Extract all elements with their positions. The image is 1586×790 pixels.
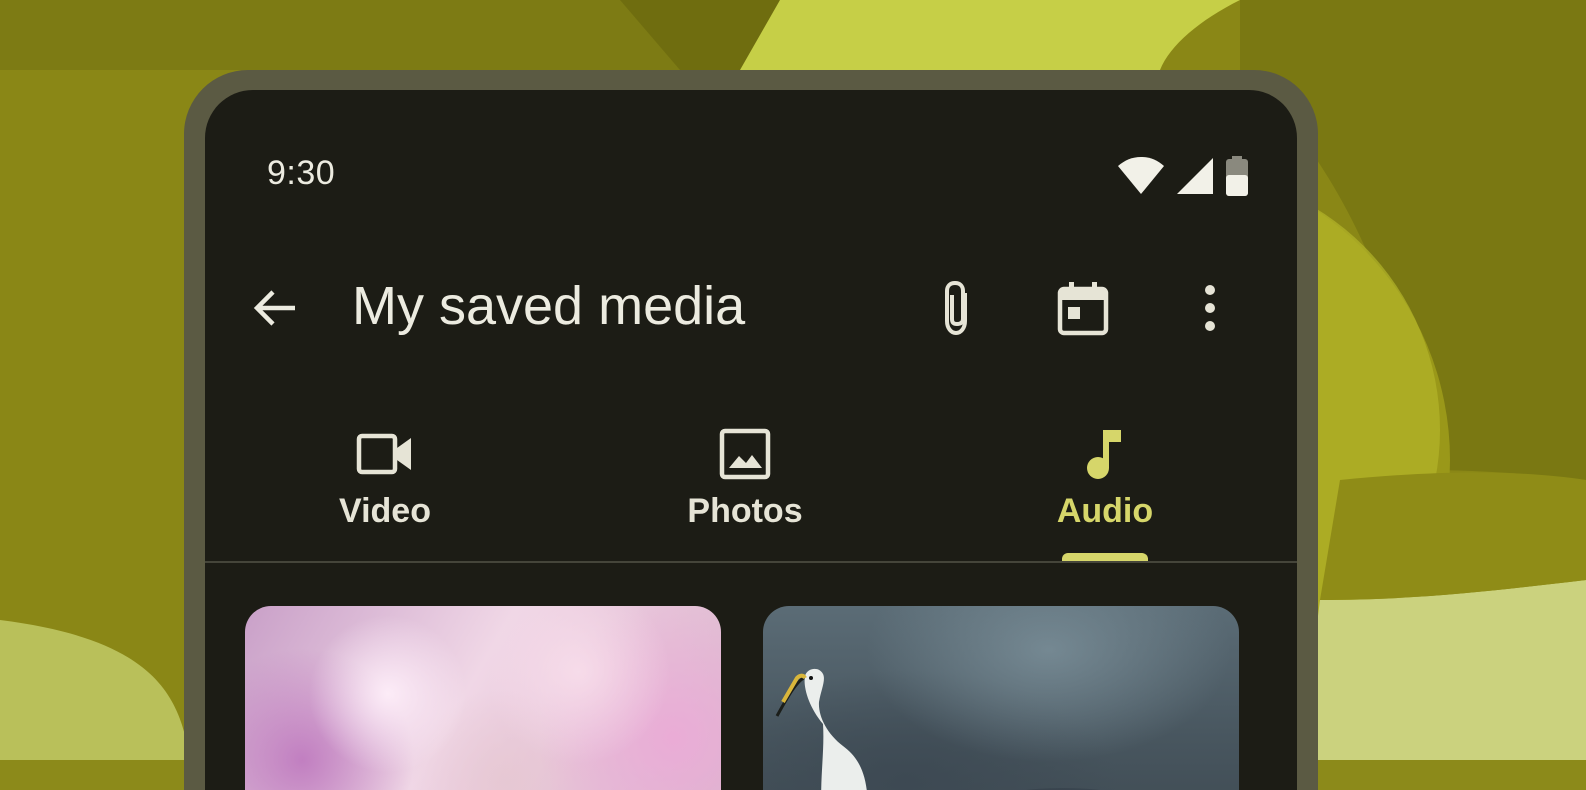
tabs-divider	[205, 561, 1297, 563]
tab-photos-label: Photos	[687, 492, 803, 530]
status-icons	[1117, 156, 1249, 201]
calendar-icon[interactable]	[1053, 278, 1113, 338]
signal-icon	[1175, 157, 1215, 200]
videocam-icon	[355, 424, 415, 484]
media-tabs: Video Photos Audio	[205, 420, 1297, 562]
tab-photos[interactable]: Photos	[620, 420, 870, 562]
music-note-icon	[1075, 424, 1135, 484]
image-icon	[715, 424, 775, 484]
status-time: 9:30	[267, 154, 336, 192]
battery-icon	[1225, 156, 1249, 201]
wifi-icon	[1117, 157, 1165, 200]
page-title: My saved media	[352, 276, 746, 336]
tab-video[interactable]: Video	[260, 420, 510, 562]
tab-audio-label: Audio	[1056, 492, 1154, 530]
app-screen: 9:30 My saved media Video Photos Audio	[205, 90, 1297, 790]
back-arrow-icon[interactable]	[247, 280, 303, 336]
media-thumbnail-egret[interactable]	[763, 606, 1239, 790]
media-thumbnail-flowers[interactable]	[245, 606, 721, 790]
tab-video-label: Video	[339, 492, 431, 530]
tab-audio[interactable]: Audio	[980, 420, 1230, 562]
top-app-bar: My saved media	[205, 260, 1297, 350]
attachment-icon[interactable]	[927, 278, 987, 338]
more-vert-icon[interactable]	[1180, 278, 1240, 338]
